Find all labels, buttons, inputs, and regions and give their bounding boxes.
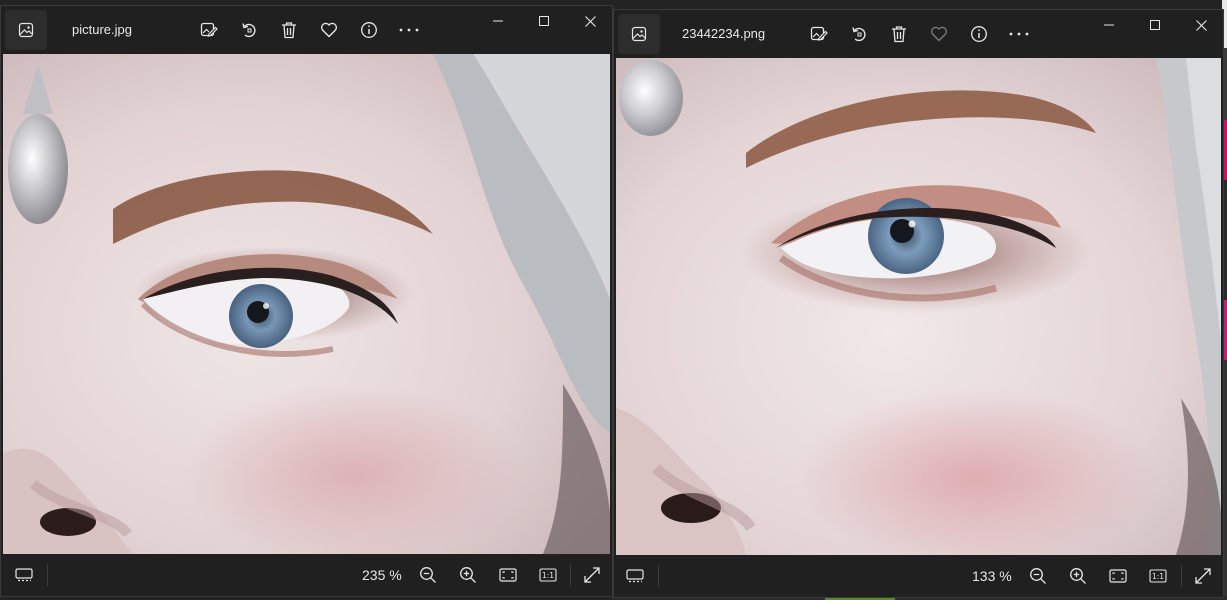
close-icon bbox=[1195, 19, 1207, 31]
file-name: 23442234.png bbox=[682, 26, 766, 41]
zoom-in-button[interactable] bbox=[453, 561, 483, 589]
info-icon bbox=[971, 26, 987, 42]
edit-image-button[interactable] bbox=[804, 20, 834, 48]
minimize-icon bbox=[1104, 24, 1114, 26]
fit-to-window-icon bbox=[499, 568, 517, 582]
zoom-out-icon bbox=[420, 567, 436, 583]
actual-size-button[interactable]: 1:1 bbox=[1143, 562, 1173, 590]
close-icon bbox=[584, 15, 596, 27]
fit-to-window-button[interactable] bbox=[1103, 562, 1133, 590]
rotate-icon bbox=[852, 27, 866, 42]
zoom-in-button[interactable] bbox=[1063, 562, 1093, 590]
photos-window-picture: picture.jpg 235 % 1:1 bbox=[0, 5, 613, 597]
zoom-in-icon bbox=[1070, 568, 1086, 584]
filmstrip-icon bbox=[15, 568, 33, 582]
close-button[interactable] bbox=[1178, 10, 1223, 40]
favorite-button[interactable] bbox=[924, 20, 954, 48]
fullscreen-button[interactable] bbox=[577, 561, 607, 589]
status-bar: 133 % 1:1 bbox=[614, 555, 1223, 597]
status-separator bbox=[47, 564, 48, 586]
file-info-button[interactable] bbox=[354, 16, 384, 44]
status-separator bbox=[658, 565, 659, 587]
delete-button[interactable] bbox=[274, 16, 304, 44]
actual-size-icon: 1:1 bbox=[1149, 569, 1167, 583]
favorite-icon bbox=[930, 26, 948, 42]
actual-size-icon: 1:1 bbox=[539, 568, 557, 582]
close-button[interactable] bbox=[567, 6, 612, 36]
fullscreen-button[interactable] bbox=[1188, 562, 1218, 590]
minimize-button[interactable] bbox=[475, 6, 521, 36]
photos-app-icon-button[interactable] bbox=[5, 10, 47, 50]
filmstrip-button[interactable] bbox=[9, 561, 39, 589]
maximize-button[interactable] bbox=[521, 6, 567, 36]
zoom-level[interactable]: 235 % bbox=[362, 554, 402, 596]
maximize-button[interactable] bbox=[1132, 10, 1178, 40]
file-name: picture.jpg bbox=[72, 22, 132, 37]
maximize-icon bbox=[539, 16, 549, 26]
status-bar: 235 % 1:1 bbox=[1, 554, 612, 596]
minimize-button[interactable] bbox=[1086, 10, 1132, 40]
zoom-in-icon bbox=[460, 567, 476, 583]
status-separator bbox=[570, 564, 571, 586]
zoom-out-button[interactable] bbox=[1023, 562, 1053, 590]
photos-app-icon bbox=[631, 26, 647, 42]
more-options-button[interactable] bbox=[394, 16, 424, 44]
edit-image-icon bbox=[200, 22, 218, 37]
svg-text:1:1: 1:1 bbox=[1152, 572, 1164, 581]
file-info-button[interactable] bbox=[964, 20, 994, 48]
svg-text:1:1: 1:1 bbox=[542, 571, 554, 580]
maximize-icon bbox=[1150, 20, 1160, 30]
favorite-button[interactable] bbox=[314, 16, 344, 44]
delete-icon bbox=[892, 26, 906, 43]
more-icon bbox=[1009, 32, 1029, 36]
favorite-icon bbox=[320, 22, 338, 38]
title-bar: 23442234.png bbox=[614, 10, 1223, 58]
displayed-photo bbox=[616, 58, 1221, 555]
image-viewport[interactable] bbox=[3, 54, 610, 554]
photos-window-23442234: 23442234.png 133 % 1:1 bbox=[613, 9, 1224, 598]
rotate-icon bbox=[242, 23, 256, 38]
zoom-level[interactable]: 133 % bbox=[972, 555, 1012, 597]
displayed-photo bbox=[3, 54, 610, 554]
status-separator bbox=[1181, 565, 1182, 587]
fullscreen-icon bbox=[584, 567, 600, 583]
fit-to-window-icon bbox=[1109, 569, 1127, 583]
desktop: picture.jpg 235 % 1:1 23442234.png 133 %… bbox=[0, 0, 1227, 600]
zoom-out-button[interactable] bbox=[413, 561, 443, 589]
fit-to-window-button[interactable] bbox=[493, 561, 523, 589]
actual-size-button[interactable]: 1:1 bbox=[533, 561, 563, 589]
filmstrip-button[interactable] bbox=[620, 562, 650, 590]
edit-image-icon bbox=[810, 26, 828, 41]
rotate-button[interactable] bbox=[234, 16, 264, 44]
fullscreen-icon bbox=[1195, 568, 1211, 584]
more-options-button[interactable] bbox=[1004, 20, 1034, 48]
edit-image-button[interactable] bbox=[194, 16, 224, 44]
rotate-button[interactable] bbox=[844, 20, 874, 48]
photos-app-icon bbox=[18, 22, 34, 38]
image-viewport[interactable] bbox=[616, 58, 1221, 555]
photos-app-icon-button[interactable] bbox=[618, 14, 660, 54]
info-icon bbox=[361, 22, 377, 38]
delete-icon bbox=[282, 22, 296, 39]
zoom-out-icon bbox=[1030, 568, 1046, 584]
more-icon bbox=[399, 28, 419, 32]
filmstrip-icon bbox=[626, 569, 644, 583]
title-bar: picture.jpg bbox=[1, 6, 612, 54]
minimize-icon bbox=[493, 20, 503, 22]
delete-button[interactable] bbox=[884, 20, 914, 48]
